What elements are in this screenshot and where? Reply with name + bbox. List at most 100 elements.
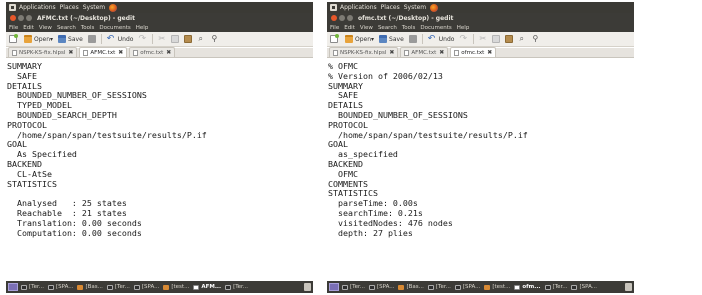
menu-documents[interactable]: Documents [420,25,451,31]
paste-icon[interactable] [184,35,193,43]
menu-edit[interactable]: Edit [344,25,355,31]
menu-view[interactable]: View [360,25,373,31]
paste-icon[interactable] [505,35,514,43]
text-editor-area[interactable]: % OFMC% Version of 2006/02/13 SUMMARY SAF… [327,59,634,281]
menu-file[interactable]: File [330,25,339,31]
chevron-down-icon[interactable]: ▾ [371,36,374,43]
cut-icon[interactable]: ✂ [479,35,487,43]
places-menu[interactable]: Places [60,4,79,11]
tab-nspk-ks-fix-hlpsl[interactable]: NSPK-KS-fix.hlpsl ✖ [8,47,78,57]
close-tab-icon[interactable]: ✖ [118,49,123,56]
undo-button[interactable]: ↶ Undo [107,35,134,44]
text-line: BOUNDED_SEARCH_DEPTH [7,109,117,120]
taskbar-item[interactable]: AFM... [193,284,221,290]
firefox-launcher-icon[interactable] [430,3,439,12]
applications-menu-icon[interactable] [9,4,16,11]
terminal-icon [571,284,578,290]
tab-afmc-txt[interactable]: AFMC.txt ✖ [400,47,449,57]
close-window-icon[interactable] [10,15,16,21]
minimize-window-icon[interactable] [339,15,345,21]
menu-help[interactable]: Help [136,25,149,31]
tab-nspk-ks-fix-hlpsl[interactable]: NSPK-KS-fix.hlpsl ✖ [329,47,399,57]
menu-help[interactable]: Help [457,25,470,31]
applications-menu[interactable]: Applications [19,4,56,11]
save-button[interactable]: Save [379,35,404,43]
taskbar-item[interactable]: [SPA... [454,284,480,290]
menu-search[interactable]: Search [57,25,76,31]
tab-afmc-txt[interactable]: AFMC.txt ✖ [79,47,128,57]
taskbar-item[interactable]: [test... [163,284,189,290]
close-tab-icon[interactable]: ✖ [389,49,394,56]
search-icon[interactable]: ⌕ [519,35,527,43]
text-line: BOUNDED_NUMBER_OF_SESSIONS [328,109,468,120]
taskbar-item[interactable]: ofm... [514,284,541,290]
taskbar-item[interactable]: [Ter... [225,284,248,290]
find-replace-icon[interactable]: ⚲ [532,35,541,43]
toolbar-separator [421,34,423,44]
undo-button[interactable]: ↶ Undo [428,35,455,44]
screenshot-right-gedit-ofmc: Applications Places System ofmc.txt (~/Desk… [327,2,634,293]
close-tab-icon[interactable]: ✖ [68,49,73,56]
terminal-icon [47,284,54,290]
document-icon [12,49,17,56]
taskbar-item[interactable]: [SPA... [571,284,597,290]
taskbar-item[interactable]: [SPA... [133,284,159,290]
menu-search[interactable]: Search [378,25,397,31]
taskbar-item[interactable]: [Ter... [106,284,130,290]
terminal-icon [106,284,113,290]
trash-icon[interactable] [625,283,632,291]
close-tab-icon[interactable]: ✖ [487,49,492,56]
tab-ofmc-txt[interactable]: ofmc.txt ✖ [450,47,497,57]
menu-view[interactable]: View [39,25,52,31]
close-tab-icon[interactable]: ✖ [166,49,171,56]
menu-edit[interactable]: Edit [23,25,34,31]
applications-menu-icon[interactable] [330,4,337,11]
bottom-taskbar: [Ter... [SPA... [Bas... [Ter... [SPA... [test… [327,281,634,293]
close-tab-icon[interactable]: ✖ [439,49,444,56]
applications-menu[interactable]: Applications [340,4,377,11]
show-desktop-icon[interactable] [329,283,339,291]
new-button[interactable] [330,34,340,43]
menu-documents[interactable]: Documents [99,25,130,31]
taskbar-item-label: [Bas... [85,284,103,290]
places-menu[interactable]: Places [381,4,400,11]
cut-icon[interactable]: ✂ [158,35,166,43]
print-icon[interactable] [408,35,417,43]
maximize-window-icon[interactable] [347,15,353,21]
taskbar-item[interactable]: [SPA... [47,284,73,290]
taskbar-item-label: [test... [171,284,190,290]
taskbar-item[interactable]: [Ter... [544,284,567,290]
taskbar-item[interactable]: [test... [484,284,510,290]
taskbar-item[interactable]: [SPA... [368,284,394,290]
redo-icon[interactable]: ↷ [459,35,468,44]
close-window-icon[interactable] [331,15,337,21]
trash-icon[interactable] [304,283,311,291]
open-button[interactable]: Open ▾ [24,35,53,43]
tab-ofmc-txt[interactable]: ofmc.txt ✖ [129,47,176,57]
copy-icon[interactable] [492,35,501,43]
taskbar-item[interactable]: [Bas... [77,284,103,290]
taskbar-item[interactable]: [Bas... [398,284,424,290]
taskbar-item[interactable]: [Ter... [427,284,451,290]
minimize-window-icon[interactable] [18,15,24,21]
maximize-window-icon[interactable] [26,15,32,21]
taskbar-item[interactable]: [Ter... [21,284,44,290]
print-icon[interactable] [87,35,96,43]
open-button[interactable]: Open ▾ [345,35,374,43]
save-button[interactable]: Save [58,35,83,43]
find-replace-icon[interactable]: ⚲ [211,35,220,43]
new-button[interactable] [9,34,19,43]
copy-icon[interactable] [171,35,180,43]
redo-icon[interactable]: ↷ [138,35,147,44]
search-icon[interactable]: ⌕ [198,35,206,43]
menu-file[interactable]: File [9,25,18,31]
system-menu[interactable]: System [404,4,426,11]
firefox-launcher-icon[interactable] [109,3,118,12]
show-desktop-icon[interactable] [8,283,18,291]
text-editor-area[interactable]: SUMMARY SAFE DETAILS BOUNDED_NUMBER_OF_SE… [6,59,313,281]
system-menu[interactable]: System [83,4,105,11]
menu-tools[interactable]: Tools [81,25,95,31]
chevron-down-icon[interactable]: ▾ [50,36,53,43]
taskbar-item[interactable]: [Ter... [342,284,365,290]
menu-tools[interactable]: Tools [402,25,416,31]
